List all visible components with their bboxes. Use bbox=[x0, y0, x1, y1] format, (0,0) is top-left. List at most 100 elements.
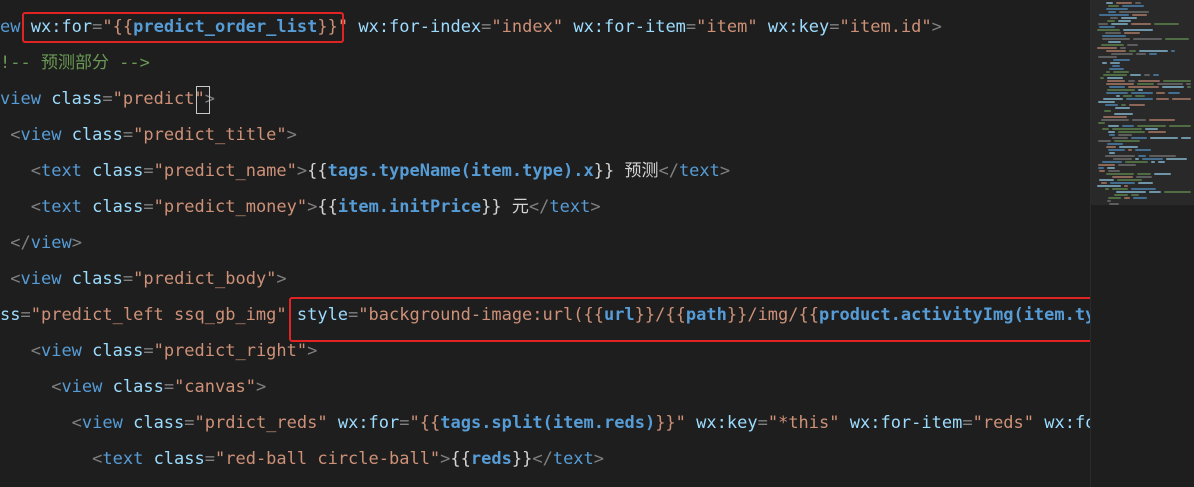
minimap-line bbox=[1121, 17, 1137, 19]
minimap-line bbox=[1102, 38, 1130, 40]
minimap-line bbox=[1120, 47, 1126, 49]
minimap-line bbox=[1112, 137, 1128, 139]
minimap-line bbox=[1099, 179, 1114, 181]
code-token: = bbox=[102, 89, 113, 109]
minimap-line bbox=[1101, 119, 1129, 121]
minimap-line bbox=[1119, 146, 1138, 148]
minimap-line bbox=[1145, 128, 1158, 130]
code-token: text bbox=[549, 197, 591, 217]
minimap-line bbox=[1133, 38, 1162, 40]
minimap-line bbox=[1102, 62, 1107, 64]
minimap-line bbox=[1098, 167, 1104, 169]
code-token: "canvas" bbox=[174, 377, 256, 397]
minimap-line bbox=[1108, 149, 1125, 151]
code-token: > bbox=[719, 161, 731, 181]
minimap-line bbox=[1135, 149, 1151, 151]
code-token: class bbox=[133, 413, 185, 433]
code-line[interactable]: view class="predict"> bbox=[0, 81, 215, 117]
code-token: {{ bbox=[419, 413, 441, 433]
minimap-line bbox=[1107, 143, 1123, 145]
minimap-line bbox=[1151, 161, 1155, 163]
minimap-line bbox=[1112, 176, 1133, 178]
minimap-line bbox=[1130, 74, 1141, 76]
code-token: = bbox=[685, 17, 697, 37]
minimap[interactable] bbox=[1090, 0, 1194, 487]
minimap-line bbox=[1142, 158, 1163, 160]
code-token: "predict_right" bbox=[153, 341, 308, 361]
minimap-line bbox=[1110, 17, 1118, 19]
code-token: = bbox=[143, 197, 154, 217]
code-token: = bbox=[122, 269, 134, 289]
minimap-line bbox=[1118, 134, 1132, 136]
minimap-line bbox=[1113, 158, 1132, 160]
minimap-line bbox=[1122, 125, 1134, 127]
code-editor[interactable]: ew wx:for="{{predict_order_list}}" wx:fo… bbox=[0, 0, 1090, 487]
minimap-line bbox=[1102, 35, 1126, 37]
minimap-line bbox=[1109, 203, 1119, 205]
minimap-line bbox=[1109, 68, 1124, 70]
minimap-line bbox=[1110, 62, 1120, 64]
code-line[interactable]: <text class="red-ball circle-ball">{{red… bbox=[0, 441, 604, 477]
minimap-line bbox=[1136, 53, 1146, 55]
minimap-line bbox=[1149, 155, 1176, 157]
code-line[interactable]: <text class="predict_money">{{item.initP… bbox=[0, 189, 601, 225]
minimap-line bbox=[1137, 125, 1166, 127]
code-line[interactable]: <text class="predict_name">{{tags.typeNa… bbox=[0, 153, 730, 189]
code-token: view bbox=[61, 377, 113, 397]
code-token: = bbox=[829, 17, 840, 37]
code-token: class bbox=[92, 161, 144, 181]
code-token: "item.id" bbox=[839, 17, 932, 37]
minimap-line bbox=[1128, 80, 1135, 82]
minimap-line bbox=[1099, 26, 1115, 28]
minimap-line bbox=[1181, 137, 1191, 139]
code-line[interactable]: <view class="prdict_reds" wx:for="{{tags… bbox=[0, 405, 1090, 441]
minimap-line bbox=[1144, 74, 1150, 76]
minimap-line bbox=[1102, 161, 1122, 163]
minimap-line bbox=[1126, 98, 1153, 100]
code-token: text bbox=[102, 449, 154, 469]
code-token: > bbox=[307, 197, 318, 217]
code-token: view bbox=[40, 341, 93, 361]
code-token: = bbox=[122, 125, 134, 145]
minimap-line bbox=[1112, 128, 1142, 130]
bracket-match-highlight bbox=[196, 86, 210, 114]
code-token: tags.typeName(item.type).x bbox=[327, 161, 594, 181]
minimap-line bbox=[1106, 83, 1134, 85]
code-token: wx:for bbox=[337, 413, 400, 433]
code-line[interactable]: <view class="predict_body"> bbox=[0, 261, 286, 297]
code-token: = bbox=[184, 413, 195, 433]
code-token: class bbox=[51, 89, 103, 109]
minimap-line bbox=[1131, 92, 1153, 94]
highlight-box-wx-for bbox=[22, 12, 344, 43]
minimap-line bbox=[1129, 104, 1145, 106]
code-token: view bbox=[0, 89, 52, 109]
minimap-line bbox=[1128, 149, 1132, 151]
minimap-line bbox=[1107, 89, 1135, 91]
code-line[interactable]: <view class="predict_right"> bbox=[0, 333, 318, 369]
code-token: "prdict_reds" bbox=[194, 413, 328, 433]
minimap-line bbox=[1132, 119, 1146, 121]
code-token: class bbox=[92, 197, 144, 217]
code-token: "predict_body" bbox=[133, 269, 277, 289]
minimap-line bbox=[1103, 116, 1127, 118]
highlight-box-style bbox=[289, 297, 1104, 342]
minimap-line bbox=[1107, 80, 1125, 82]
minimap-line bbox=[1118, 131, 1145, 133]
code-line[interactable]: <view class="predict_title"> bbox=[0, 117, 297, 153]
minimap-line bbox=[1108, 131, 1115, 133]
code-token: " bbox=[409, 413, 420, 433]
code-line[interactable]: !-- 预测部分 --> bbox=[0, 45, 150, 81]
minimap-line bbox=[1171, 50, 1175, 52]
minimap-line bbox=[1124, 197, 1130, 199]
minimap-line bbox=[1103, 98, 1123, 100]
minimap-line bbox=[1154, 173, 1171, 175]
code-token: wx:for-item bbox=[849, 413, 963, 433]
code-token: wx:for-i bbox=[1044, 413, 1090, 433]
code-token: = bbox=[399, 413, 410, 433]
minimap-line bbox=[1105, 155, 1135, 157]
code-token: "index" bbox=[491, 17, 564, 37]
code-line[interactable]: <view class="canvas"> bbox=[0, 369, 266, 405]
minimap-line bbox=[1137, 83, 1154, 85]
code-line[interactable]: </view> bbox=[0, 225, 82, 261]
